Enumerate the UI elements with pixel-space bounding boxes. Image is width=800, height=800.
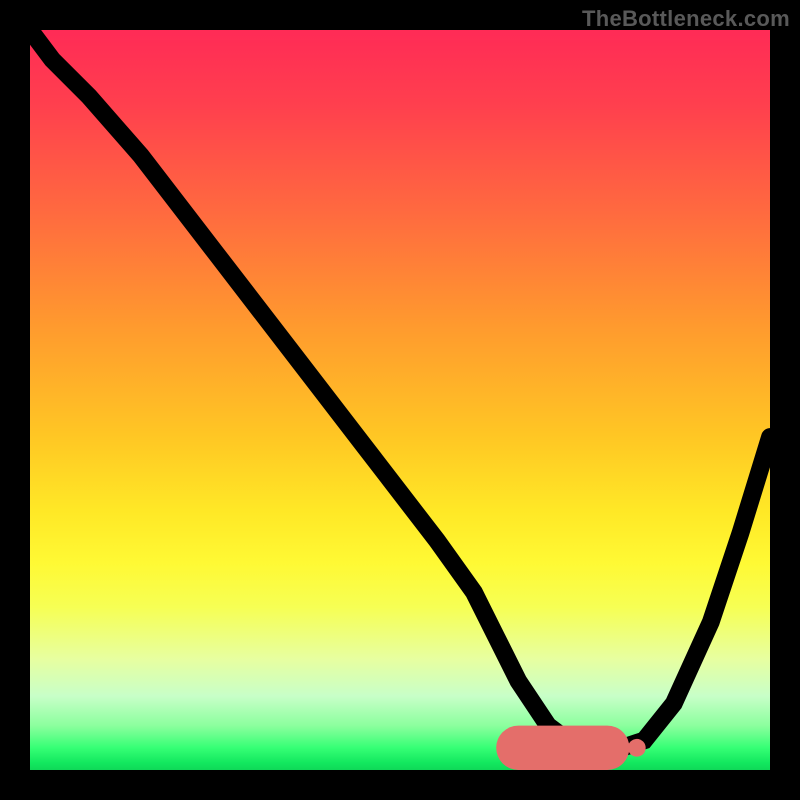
plot-area xyxy=(30,30,770,770)
chart-frame: TheBottleneck.com xyxy=(0,0,800,800)
optimal-range-end-dot xyxy=(628,739,646,757)
bottleneck-curve xyxy=(30,30,770,748)
watermark-text: TheBottleneck.com xyxy=(582,6,790,32)
optimal-range-start-dot xyxy=(510,739,528,757)
curve-svg xyxy=(30,30,770,770)
